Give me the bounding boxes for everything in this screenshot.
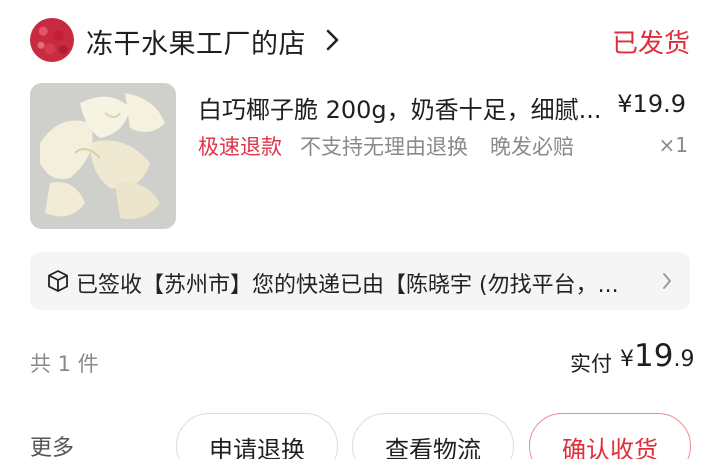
paid-decimal: .9 bbox=[673, 347, 695, 372]
logistics-text: 已签收【苏州市】您的快递已由【陈晓宇 (勿找平台，... bbox=[76, 273, 619, 298]
shop-name[interactable]: 冻干水果工厂的店 bbox=[86, 22, 306, 61]
product-price: ¥19.9 bbox=[617, 90, 686, 118]
no-reason-return-tag: 不支持无理由退换 bbox=[300, 135, 468, 159]
paid-currency: ¥ bbox=[620, 347, 634, 372]
apply-refund-button[interactable]: 申请退换 bbox=[176, 413, 338, 459]
shop-avatar[interactable] bbox=[30, 18, 74, 62]
logistics-status-bar[interactable]: 已签收【苏州市】您的快递已由【陈晓宇 (勿找平台，... bbox=[30, 252, 690, 310]
chevron-right-icon[interactable] bbox=[660, 271, 674, 291]
fast-refund-tag: 极速退款 bbox=[198, 135, 282, 159]
paid-integer: 19 bbox=[634, 338, 674, 374]
product-quantity: ×1 bbox=[658, 133, 688, 157]
item-count: 共 1 件 bbox=[30, 352, 99, 376]
product-image[interactable] bbox=[30, 83, 176, 229]
shop-header[interactable]: 冻干水果工厂的店 已发货 bbox=[0, 0, 720, 80]
product-title[interactable]: 白巧椰子脆 200g，奶香十足，细腻... bbox=[198, 90, 618, 125]
late-delivery-tag: 晚发必赔 bbox=[490, 135, 574, 159]
confirm-receipt-button[interactable]: 确认收货 bbox=[529, 413, 691, 459]
order-status-label: 已发货 bbox=[611, 29, 690, 59]
more-button[interactable]: 更多 bbox=[30, 430, 74, 459]
view-logistics-button[interactable]: 查看物流 bbox=[352, 413, 514, 459]
paid-amount: ¥19.9 bbox=[620, 338, 694, 374]
paid-label: 实付 bbox=[570, 352, 612, 376]
chevron-right-icon[interactable] bbox=[322, 26, 344, 54]
package-icon bbox=[48, 270, 68, 292]
